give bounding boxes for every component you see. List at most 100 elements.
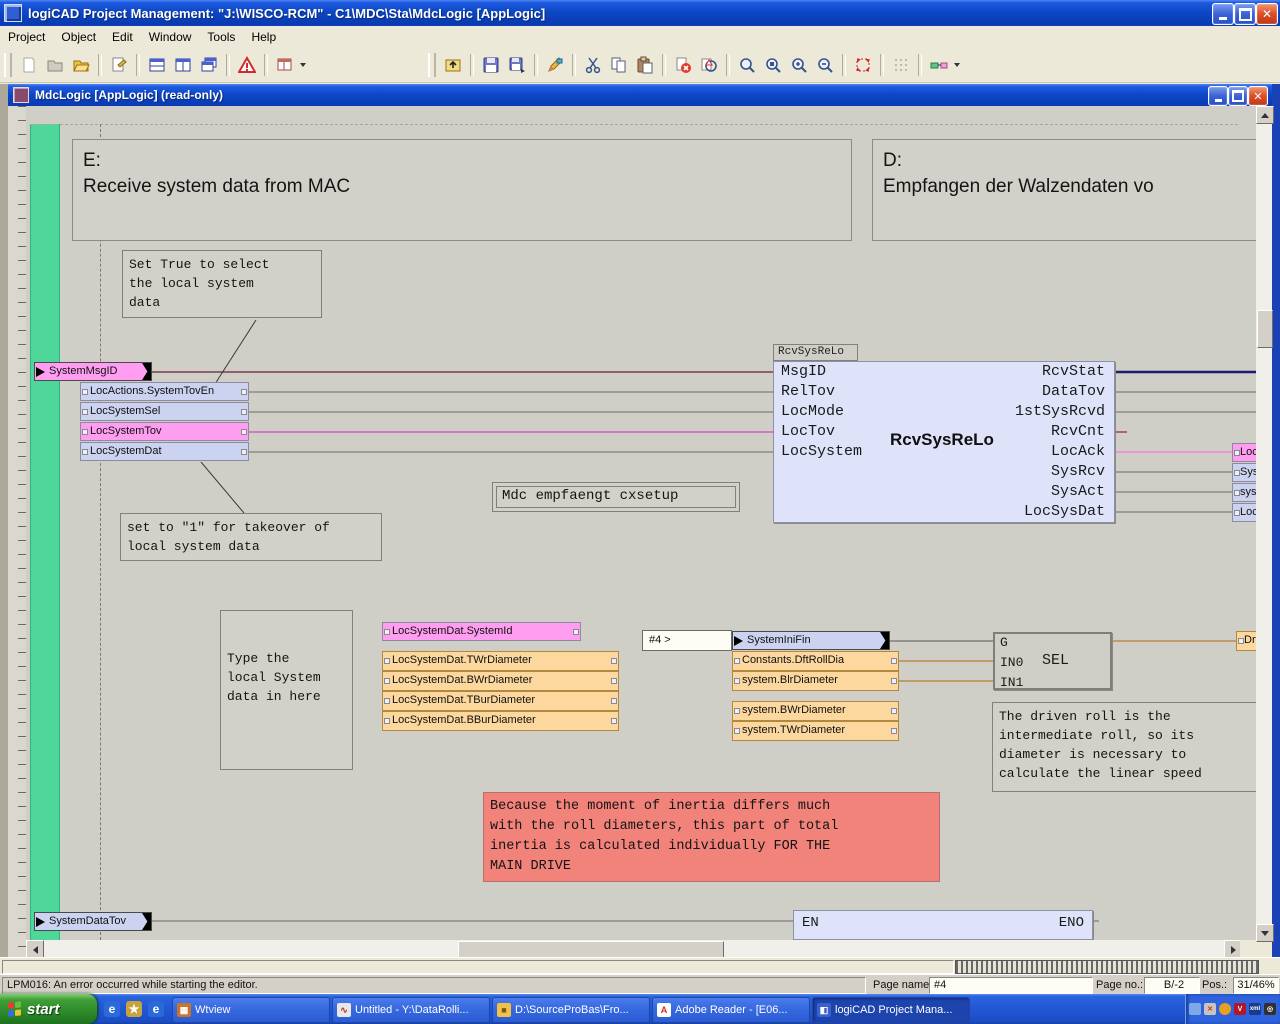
signal-system-blrdiameter[interactable]: system.BlrDiameter xyxy=(732,671,899,691)
quick-launch-icon[interactable]: ★ xyxy=(126,1001,142,1017)
tag-systeminifin[interactable]: SystemIniFin xyxy=(732,631,890,650)
comment-driven-roll[interactable]: The driven roll is the intermediate roll… xyxy=(992,702,1258,792)
window-frame-right xyxy=(1272,84,1280,974)
window-select-icon[interactable] xyxy=(272,52,298,78)
menu-help[interactable]: Help xyxy=(243,27,284,47)
network-icon[interactable] xyxy=(1189,1003,1201,1015)
cut-icon[interactable] xyxy=(580,52,606,78)
taskbar: start e ★ e ▦ Wtview ∿ Untitled - Y:\Dat… xyxy=(0,994,1280,1024)
folder-up-icon[interactable] xyxy=(440,52,466,78)
logicad-app-icon xyxy=(4,4,22,22)
error-icon[interactable]: ✕ xyxy=(1204,1003,1216,1015)
constant-box[interactable]: #4 > xyxy=(642,630,732,651)
signal-locsystemdat[interactable]: LocSystemDat xyxy=(80,442,249,461)
zoom-out-icon[interactable] xyxy=(812,52,838,78)
vertical-scroll-thumb[interactable] xyxy=(1257,310,1273,348)
open-icon[interactable] xyxy=(42,52,68,78)
block-rcv-inputs: MsgIDRelTov LocModeLocTov LocSystem xyxy=(781,362,862,462)
window-frame-left xyxy=(0,84,8,974)
toolbar xyxy=(0,48,1280,83)
properties-icon[interactable] xyxy=(106,52,132,78)
signal-locsystemdat-systemid[interactable]: LocSystemDat.SystemId xyxy=(382,622,581,641)
menu-object[interactable]: Object xyxy=(53,27,104,47)
block-rcv-tab[interactable]: RcvSysReLo xyxy=(773,344,858,361)
datarolli-icon: ∿ xyxy=(337,1003,351,1017)
save-as-icon[interactable] xyxy=(504,52,530,78)
page-header-e[interactable]: E: Receive system data from MAC xyxy=(72,139,852,241)
menu-tools[interactable]: Tools xyxy=(199,27,243,47)
new-page-icon[interactable] xyxy=(16,52,42,78)
adobe-reader-icon: A xyxy=(657,1003,671,1017)
signal-locsystemtov[interactable]: LocSystemTov xyxy=(80,422,249,441)
zoom-selection-icon[interactable] xyxy=(760,52,786,78)
page-header-d-id: D: xyxy=(883,148,1266,174)
browser-icon[interactable]: e xyxy=(148,1001,164,1017)
comment-mdc-frame[interactable]: Mdc empfaengt cxsetup xyxy=(492,482,740,512)
zoom-window-icon[interactable] xyxy=(734,52,760,78)
copy-icon[interactable] xyxy=(606,52,632,78)
signal-locsystemdat-twrdiameter[interactable]: LocSystemDat.TWrDiameter xyxy=(382,651,619,671)
display-icon[interactable]: ◎ xyxy=(1264,1003,1276,1015)
task-sourceprobas[interactable]: ■ D:\SourceProBas\Fro... xyxy=(492,997,650,1023)
signal-system-twrdiameter[interactable]: system.TWrDiameter xyxy=(732,721,899,741)
signal-locsystemdat-tburdiameter[interactable]: LocSystemDat.TBurDiameter xyxy=(382,691,619,711)
horizontal-scroll-thumb[interactable] xyxy=(458,941,724,958)
save-icon[interactable] xyxy=(478,52,504,78)
open-folder-icon[interactable] xyxy=(68,52,94,78)
zoom-in-icon[interactable] xyxy=(786,52,812,78)
minimize-button[interactable] xyxy=(1212,3,1234,25)
split-horizontal-icon[interactable] xyxy=(144,52,170,78)
task-wtview[interactable]: ▦ Wtview xyxy=(172,997,330,1023)
task-untitled[interactable]: ∿ Untitled - Y:\DataRolli... xyxy=(332,997,490,1023)
signal-locactions-systemtoven[interactable]: LocActions.SystemTovEn xyxy=(80,382,249,401)
toolbar-grip[interactable] xyxy=(4,53,12,77)
window-select-dropdown-icon[interactable] xyxy=(300,63,306,67)
comment-inertia[interactable]: Because the moment of inertia differs mu… xyxy=(483,792,940,882)
doc-restore-button[interactable] xyxy=(1228,86,1248,106)
warning-icon[interactable] xyxy=(234,52,260,78)
comment-type-here[interactable]: Type the local System data in here xyxy=(220,610,353,770)
toolbar-grip-2[interactable] xyxy=(428,53,436,77)
page-header-d[interactable]: D: Empfangen der Walzendaten vo xyxy=(872,139,1267,241)
tag-system-datatov[interactable]: SystemDataTov xyxy=(34,912,152,931)
doc-minimize-button[interactable] xyxy=(1208,86,1228,106)
task-logicad[interactable]: ◧ logiCAD Project Mana... xyxy=(812,997,970,1023)
signal-locsystemdat-bwrdiameter[interactable]: LocSystemDat.BWrDiameter xyxy=(382,671,619,691)
edit-drawing-icon[interactable] xyxy=(542,52,568,78)
close-button[interactable]: ✕ xyxy=(1256,3,1278,25)
signal-locsystemdat-bburdiameter[interactable]: LocSystemDat.BBurDiameter xyxy=(382,711,619,731)
status-message: LPM016: An error occurred while starting… xyxy=(2,977,866,994)
antivirus-icon[interactable]: V xyxy=(1234,1003,1246,1015)
check-page-icon[interactable] xyxy=(696,52,722,78)
comment-set-one[interactable]: set to "1" for takeover of local system … xyxy=(120,513,382,561)
tag-system-msgid[interactable]: SystemMsgID xyxy=(34,362,152,381)
comment-set-true[interactable]: Set True to select the local system data xyxy=(122,250,322,318)
page-overview-strip[interactable] xyxy=(955,960,1259,974)
vertical-ruler xyxy=(8,106,27,958)
cascade-windows-icon[interactable] xyxy=(196,52,222,78)
restore-button[interactable] xyxy=(1234,3,1256,25)
task-adobe-reader[interactable]: A Adobe Reader - [E06... xyxy=(652,997,810,1023)
menu-project[interactable]: Project xyxy=(0,27,53,47)
split-vertical-icon[interactable] xyxy=(170,52,196,78)
paste-icon[interactable] xyxy=(632,52,658,78)
xml-icon[interactable]: xml xyxy=(1249,1003,1261,1015)
menu-edit[interactable]: Edit xyxy=(104,27,141,47)
audio-icon[interactable] xyxy=(1219,1003,1231,1015)
scroll-up-button[interactable] xyxy=(1256,106,1274,124)
delete-page-icon[interactable] xyxy=(670,52,696,78)
block-en-eno[interactable]: EN ENO xyxy=(793,910,1093,940)
menu-window[interactable]: Window xyxy=(141,27,200,47)
doc-close-button[interactable]: ✕ xyxy=(1248,86,1268,106)
grid-icon[interactable] xyxy=(888,52,914,78)
fit-view-icon[interactable] xyxy=(850,52,876,78)
signal-system-bwrdiameter[interactable]: system.BWrDiameter xyxy=(732,701,899,721)
internet-explorer-icon[interactable]: e xyxy=(104,1001,120,1017)
connection-mode-icon[interactable] xyxy=(926,52,952,78)
vertical-scrollbar[interactable] xyxy=(1256,106,1272,940)
signal-constants-dftrolldia[interactable]: Constants.DftRollDia xyxy=(732,651,899,671)
signal-locsystemsel[interactable]: LocSystemSel xyxy=(80,402,249,421)
connection-mode-dropdown-icon[interactable] xyxy=(954,63,960,67)
start-button[interactable]: start xyxy=(0,994,97,1024)
scroll-down-button[interactable] xyxy=(1256,924,1274,942)
